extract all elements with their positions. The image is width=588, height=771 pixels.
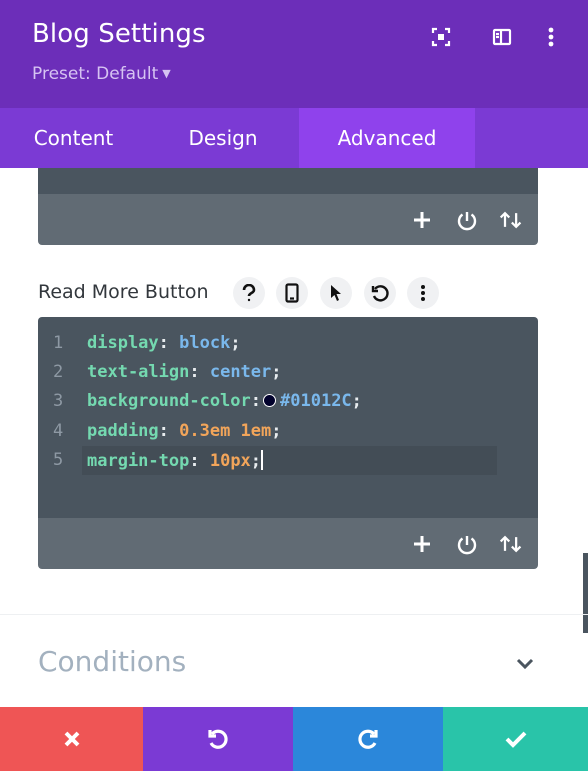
conditions-toggle[interactable]: Conditions bbox=[38, 645, 186, 678]
chevron-down-icon[interactable] bbox=[514, 652, 536, 674]
code-line[interactable]: 3 background-color: #01012C; bbox=[38, 387, 538, 416]
more-vertical-icon[interactable] bbox=[538, 24, 564, 50]
code-line[interactable]: 1 display: block; bbox=[38, 329, 538, 358]
preset-label: Preset: Default bbox=[32, 64, 159, 84]
save-button[interactable] bbox=[443, 707, 588, 771]
plus-icon[interactable] bbox=[410, 208, 434, 232]
action-bar bbox=[0, 707, 588, 771]
sidebar-layout-icon[interactable] bbox=[489, 24, 515, 50]
color-swatch[interactable] bbox=[263, 394, 277, 407]
cursor-hover-icon[interactable] bbox=[320, 277, 352, 309]
caret-down-icon: ▼ bbox=[162, 67, 171, 80]
reset-icon[interactable] bbox=[364, 277, 396, 309]
more-icon[interactable] bbox=[407, 277, 439, 309]
sort-arrows-icon[interactable] bbox=[499, 208, 523, 232]
section-divider bbox=[0, 614, 588, 615]
settings-header: Blog Settings Preset: Default ▼ bbox=[0, 0, 588, 108]
tab-design[interactable]: Design bbox=[147, 108, 299, 168]
undo-icon bbox=[208, 729, 228, 749]
tab-content[interactable]: Content bbox=[0, 108, 147, 168]
redo-button[interactable] bbox=[293, 707, 443, 771]
screenshot-focus-icon[interactable] bbox=[428, 24, 454, 50]
power-icon[interactable] bbox=[455, 532, 479, 556]
close-icon bbox=[64, 731, 79, 747]
mobile-icon[interactable] bbox=[276, 277, 308, 309]
sort-arrows-icon[interactable] bbox=[499, 532, 523, 556]
editor-toolbar-previous bbox=[38, 194, 538, 245]
cancel-button[interactable] bbox=[0, 707, 143, 771]
editor-toolbar bbox=[38, 518, 538, 569]
scrollbar-thumb[interactable] bbox=[583, 553, 588, 633]
code-line[interactable]: 2 text-align: center; bbox=[38, 358, 538, 387]
plus-icon[interactable] bbox=[410, 532, 434, 556]
css-editor-previous[interactable] bbox=[38, 168, 538, 194]
read-more-button-label: Read More Button bbox=[38, 281, 209, 303]
preset-selector[interactable]: Preset: Default ▼ bbox=[32, 64, 171, 84]
undo-button[interactable] bbox=[143, 707, 293, 771]
css-code-editor[interactable]: 1 display: block; 2 text-align: center; … bbox=[38, 317, 538, 518]
help-icon[interactable] bbox=[233, 277, 265, 309]
redo-icon bbox=[358, 729, 378, 749]
power-icon[interactable] bbox=[455, 208, 479, 232]
code-line[interactable]: 4 padding: 0.3em 1em; bbox=[38, 417, 538, 446]
text-cursor bbox=[261, 450, 263, 470]
tab-advanced[interactable]: Advanced bbox=[299, 108, 475, 168]
check-icon bbox=[505, 731, 526, 748]
code-line-active[interactable]: 5 margin-top: 10px; bbox=[38, 446, 538, 475]
settings-tabs: Content Design Advanced bbox=[0, 108, 588, 168]
modal-title: Blog Settings bbox=[32, 19, 206, 49]
